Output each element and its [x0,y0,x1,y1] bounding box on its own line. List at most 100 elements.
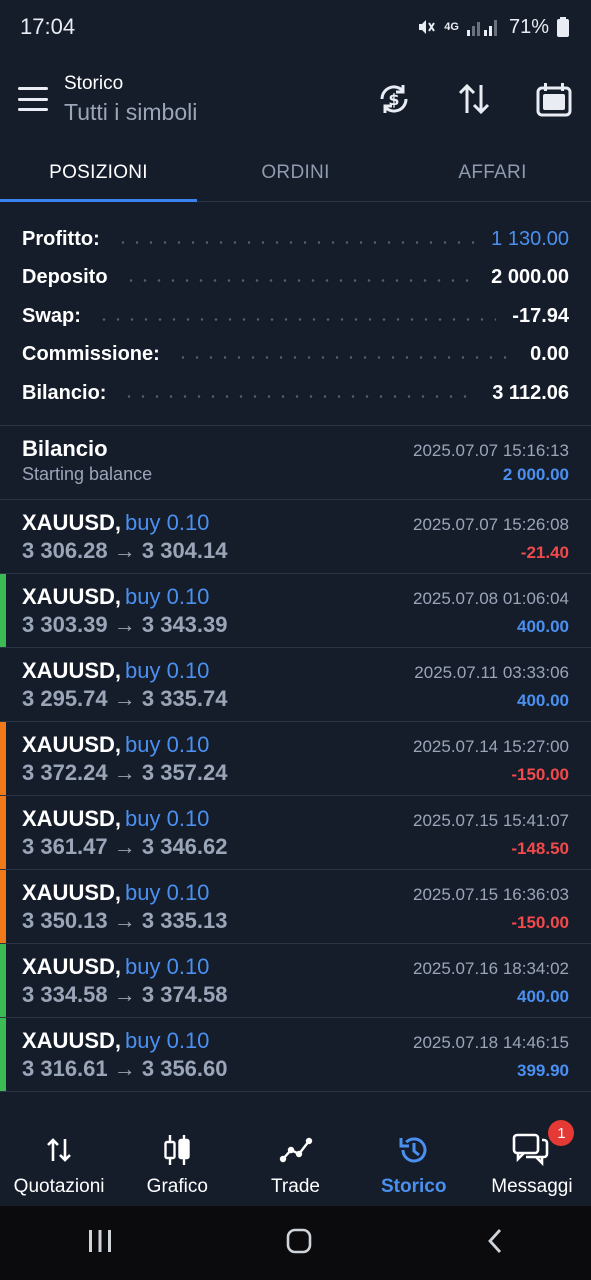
commission-label: Commissione: [22,343,160,366]
position-side: buy 0.10 [125,879,210,905]
home-button[interactable] [285,1227,313,1260]
nav-label: Storico [380,1176,447,1197]
tab-orders[interactable]: ORDINI [197,144,394,201]
position-profit: -150.00 [511,912,569,932]
signal-icon [466,17,501,37]
position-title: XAUUSD, buy 0.10 [22,584,209,610]
position-symbol: XAUUSD, [22,1027,122,1053]
position-profit: 400.00 [517,690,569,710]
swap-label: Swap: [22,304,81,327]
history-list: Bilancio 2025.07.07 15:16:13 Starting ba… [0,426,591,1092]
chart-icon [162,1132,192,1168]
battery-icon [557,17,569,37]
dotted-leader [115,240,476,244]
currency-sync-icon[interactable]: $ [375,80,413,118]
balance-entry-subtitle: Starting balance [22,463,153,484]
position-profit: -148.50 [511,838,569,858]
balance-entry-title: Bilancio [22,435,108,461]
position-row[interactable]: XAUUSD, buy 0.10 2025.07.07 15:26:08 3 30… [0,500,591,574]
position-side: buy 0.10 [125,657,210,683]
sort-icon[interactable] [455,80,493,118]
position-row[interactable]: XAUUSD, buy 0.10 2025.07.18 14:46:15 3 31… [0,1017,591,1092]
position-datetime: 2025.07.07 15:26:08 [413,514,569,534]
position-row[interactable]: XAUUSD, buy 0.10 2025.07.16 18:34:02 3 33… [0,943,591,1018]
position-title: XAUUSD, buy 0.10 [22,880,209,906]
position-symbol: XAUUSD, [22,953,122,979]
messages-icon [512,1132,552,1168]
dotted-leader [96,317,497,321]
position-status-bar [0,721,6,795]
position-status-bar [0,943,6,1017]
back-button[interactable] [485,1227,505,1260]
position-prices: 3 350.13 → 3 335.13 [22,907,228,933]
nav-chart[interactable]: Grafico [118,1118,236,1206]
position-profit: -150.00 [511,764,569,784]
position-prices: 3 295.74 → 3 335.74 [22,685,228,711]
trade-icon [279,1132,313,1168]
position-title: XAUUSD, buy 0.10 [22,732,209,758]
position-side: buy 0.10 [125,1027,210,1053]
position-datetime: 2025.07.08 01:06:04 [413,588,569,608]
history-icon [397,1132,431,1168]
nav-label: Trade [271,1176,320,1197]
position-title: XAUUSD, buy 0.10 [22,1028,209,1054]
position-symbol: XAUUSD, [22,879,122,905]
position-status-bar [0,869,6,943]
header-titles[interactable]: Storico Tutti i simboli [64,73,375,126]
position-row[interactable]: XAUUSD, buy 0.10 2025.07.14 15:27:00 3 37… [0,721,591,796]
position-profit: 400.00 [517,616,569,636]
dotted-leader [175,356,515,360]
nav-history[interactable]: Storico [355,1118,473,1206]
position-datetime: 2025.07.15 16:36:03 [413,884,569,904]
deposit-label: Deposito [22,266,108,289]
status-indicators: 4G 71% [416,16,569,39]
nav-label: Messaggi [491,1176,573,1197]
position-row[interactable]: XAUUSD, buy 0.10 2025.07.08 01:06:04 3 30… [0,573,591,648]
position-title: XAUUSD, buy 0.10 [22,510,209,536]
status-time: 17:04 [20,14,76,39]
position-prices: 3 316.61 → 3 356.60 [22,1055,228,1081]
position-symbol: XAUUSD, [22,509,122,535]
menu-icon[interactable] [18,87,48,111]
position-prices: 3 334.58 → 3 374.58 [22,981,228,1007]
header-actions: $ [375,80,573,118]
position-profit: 400.00 [517,986,569,1006]
quotes-icon [44,1132,74,1168]
dotted-leader [123,279,476,283]
position-prices: 3 361.47 → 3 346.62 [22,833,228,859]
position-row[interactable]: XAUUSD, buy 0.10 2025.07.15 15:41:07 3 36… [0,795,591,870]
page-title: Storico [64,72,124,94]
tab-deals[interactable]: AFFARI [394,144,591,201]
dotted-leader [122,394,477,398]
battery-label: 71% [508,15,549,38]
position-row[interactable]: XAUUSD, buy 0.10 2025.07.15 16:36:03 3 35… [0,869,591,944]
summary-commission-row: Commissione: 0.00 [22,336,569,375]
tab-bar: POSIZIONI ORDINI AFFARI [0,144,591,202]
position-profit: 399.90 [517,1060,569,1080]
position-side: buy 0.10 [125,731,210,757]
nav-trade[interactable]: Trade [236,1118,354,1206]
commission-value: 0.00 [530,343,569,366]
nav-label: Grafico [146,1176,208,1197]
balance-label: Bilancio: [22,381,107,404]
balance-entry-row[interactable]: Bilancio 2025.07.07 15:16:13 Starting ba… [0,426,591,500]
tab-positions[interactable]: POSIZIONI [0,144,197,202]
bottom-nav: Quotazioni Grafico Trade Storico 1 Messa… [0,1118,591,1206]
nav-quotes[interactable]: Quotazioni [0,1118,118,1206]
nav-messages[interactable]: 1 Messaggi [473,1118,591,1206]
network-label: 4G [444,21,459,33]
position-symbol: XAUUSD, [22,657,122,683]
calendar-icon[interactable] [535,80,573,118]
system-nav-bar [0,1206,591,1280]
position-side: buy 0.10 [125,509,210,535]
balance-value: 3 112.06 [492,381,569,404]
recent-apps-button[interactable] [86,1228,114,1259]
mute-icon [416,17,436,37]
summary-deposit-row: Deposito 2 000.00 [22,259,569,298]
position-row[interactable]: XAUUSD, buy 0.10 2025.07.11 03:33:06 3 29… [0,648,591,722]
deposit-value: 2 000.00 [491,266,569,289]
position-datetime: 2025.07.18 14:46:15 [413,1032,569,1052]
position-symbol: XAUUSD, [22,805,122,831]
position-prices: 3 303.39 → 3 343.39 [22,611,228,637]
notification-badge: 1 [548,1120,575,1146]
